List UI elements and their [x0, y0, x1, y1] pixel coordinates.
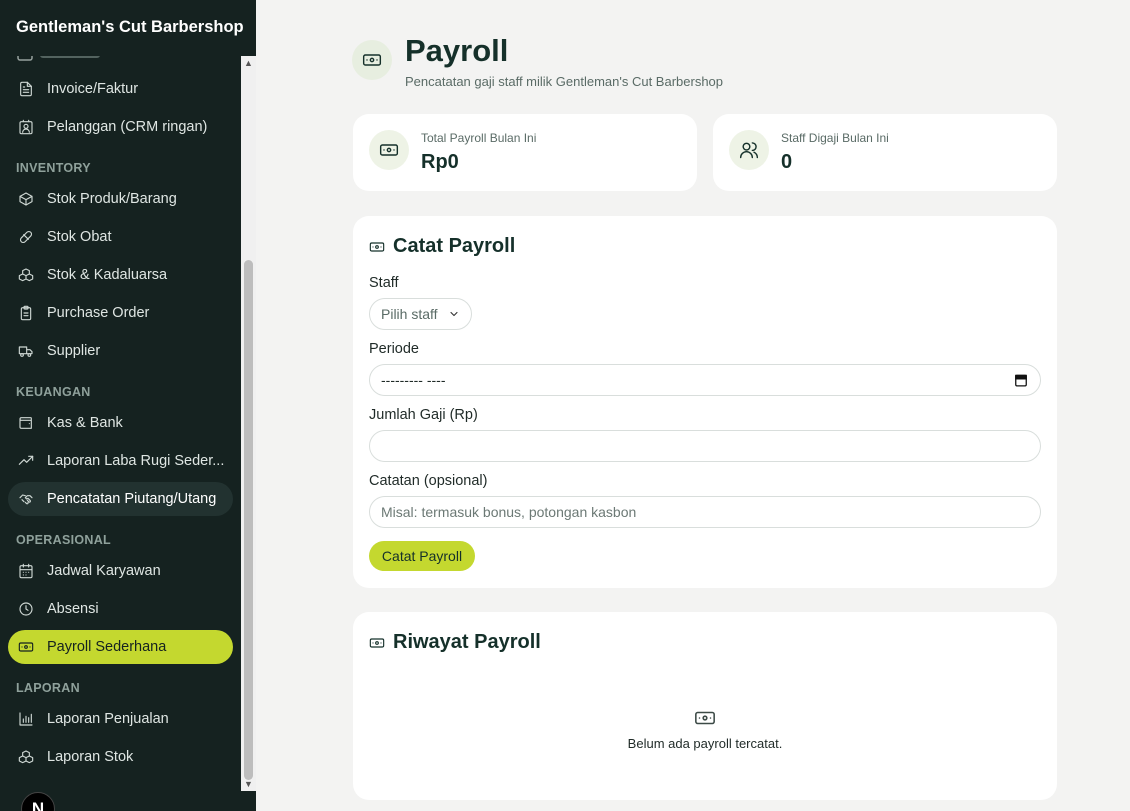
payroll-form-card: Catat Payroll Staff Pilih staff Periode … — [353, 216, 1057, 588]
sidebar-item-label: Supplier — [47, 343, 101, 359]
sidebar-item-label: Invoice/Faktur — [47, 81, 139, 97]
sidebar-item-laporan-penjualan[interactable]: Laporan Penjualan — [8, 702, 233, 736]
sidebar-item-label: Jadwal Karyawan — [47, 563, 161, 579]
wallet-icon — [18, 415, 34, 431]
sidebar-item-kas-bank[interactable]: Kas & Bank — [8, 406, 233, 440]
sidebar-item-label: Payroll Sederhana — [47, 639, 167, 655]
catatan-placeholder: Misal: termasuk bonus, potongan kasbon — [381, 504, 637, 520]
package-icon — [18, 191, 34, 207]
staff-label: Staff — [369, 275, 399, 291]
page-subtitle: Pencatatan gaji staff milik Gentleman's … — [405, 74, 724, 89]
history-title: Riwayat Payroll — [369, 631, 541, 654]
periode-label: Periode — [369, 341, 419, 357]
stat-total-payroll: Total Payroll Bulan Ini Rp0 — [353, 114, 697, 191]
sidebar-item-label: Kas & Bank — [47, 415, 123, 431]
catat-payroll-button[interactable]: Catat Payroll — [369, 541, 475, 571]
sidebar-item-label: Purchase Order — [47, 305, 150, 321]
section-operasional: OPERASIONAL — [16, 533, 111, 547]
sidebar-nav: Invoice/Faktur Pelanggan (CRM ringan) IN… — [0, 56, 240, 791]
sidebar-item-payroll[interactable]: Payroll Sederhana — [8, 630, 233, 664]
banknote-icon — [18, 639, 34, 655]
sidebar-item-stok-kadaluarsa[interactable]: Stok & Kadaluarsa — [8, 258, 233, 292]
file-icon — [18, 81, 34, 97]
users-icon — [729, 130, 769, 170]
gaji-input[interactable] — [369, 430, 1041, 462]
sidebar-item-purchase-order[interactable]: Purchase Order — [8, 296, 233, 330]
sidebar-item-laporan-stok[interactable]: Laporan Stok — [8, 740, 233, 774]
calendar-icon — [18, 563, 34, 579]
empty-state-text: Belum ada payroll tercatat. — [627, 736, 783, 751]
chevron-down-icon — [450, 311, 458, 317]
sidebar-item-stok-produk[interactable]: Stok Produk/Barang — [8, 182, 233, 216]
sidebar-item-label: Laporan Penjualan — [47, 711, 169, 727]
catatan-label: Catatan (opsional) — [369, 473, 488, 489]
partial-item-icon — [17, 56, 100, 61]
form-title: Catat Payroll — [369, 235, 515, 258]
sidebar-item-label: Stok Obat — [47, 229, 112, 245]
stat-staff-digaji: Staff Digaji Bulan Ini 0 — [713, 114, 1057, 191]
section-inventory: INVENTORY — [16, 161, 91, 175]
history-title-text: Riwayat Payroll — [393, 631, 541, 653]
truck-icon — [18, 343, 34, 359]
trending-up-icon — [18, 453, 34, 469]
contact-icon — [18, 119, 34, 135]
pill-icon — [18, 229, 34, 245]
banknote-icon — [695, 711, 715, 725]
brand-title: Gentleman's Cut Barbershop — [0, 0, 256, 56]
sidebar-item-supplier[interactable]: Supplier — [8, 334, 233, 368]
scroll-up-arrow-icon[interactable]: ▲ — [241, 56, 256, 70]
sidebar-item-label: Laporan Laba Rugi Seder... — [47, 453, 225, 469]
sidebar-item-label: Stok & Kadaluarsa — [47, 267, 168, 283]
handshake-icon — [18, 491, 34, 507]
staff-select-value: Pilih staff — [381, 306, 438, 322]
clipboard-icon — [18, 305, 34, 321]
catatan-input[interactable]: Misal: termasuk bonus, potongan kasbon — [369, 496, 1041, 528]
stat-value: Rp0 — [421, 151, 459, 173]
sidebar-item-laba-rugi[interactable]: Laporan Laba Rugi Seder... — [8, 444, 233, 478]
scroll-down-arrow-icon[interactable]: ▼ — [241, 777, 256, 791]
stat-label: Total Payroll Bulan Ini — [421, 131, 537, 145]
calendar-icon[interactable] — [1014, 373, 1028, 387]
sidebar-item-label: Laporan Stok — [47, 749, 134, 765]
clock-icon — [18, 601, 34, 617]
banknote-icon — [369, 635, 385, 651]
sidebar-item-stok-obat[interactable]: Stok Obat — [8, 220, 233, 254]
section-keuangan: KEUANGAN — [16, 385, 91, 399]
page-title: Payroll — [405, 33, 509, 68]
periode-input-value: --------- ---- — [381, 372, 446, 388]
sidebar-item-piutang-utang[interactable]: Pencatatan Piutang/Utang — [8, 482, 233, 516]
boxes-icon — [18, 749, 34, 765]
sidebar-item-label: Pelanggan (CRM ringan) — [47, 119, 208, 135]
section-laporan: LAPORAN — [16, 681, 80, 695]
banknote-icon — [369, 130, 409, 170]
sidebar-item-label: Stok Produk/Barang — [47, 191, 177, 207]
sidebar-item-label: Absensi — [47, 601, 99, 617]
sidebar-item-invoice[interactable]: Invoice/Faktur — [8, 72, 233, 106]
staff-select[interactable]: Pilih staff — [369, 298, 472, 330]
gaji-label: Jumlah Gaji (Rp) — [369, 407, 478, 423]
payroll-history-card: Riwayat Payroll Belum ada payroll tercat… — [353, 612, 1057, 800]
banknote-icon — [369, 239, 385, 255]
sidebar-item-label: Pencatatan Piutang/Utang — [47, 491, 217, 507]
bar-chart-icon — [18, 711, 34, 727]
sidebar: Gentleman's Cut Barbershop Invoice/Faktu… — [0, 0, 256, 811]
periode-input[interactable]: --------- ---- — [369, 364, 1041, 396]
sidebar-item-jadwal-karyawan[interactable]: Jadwal Karyawan — [8, 554, 233, 588]
stat-value: 0 — [781, 151, 793, 173]
scroll-thumb[interactable] — [244, 260, 253, 780]
form-title-text: Catat Payroll — [393, 235, 516, 257]
stat-label: Staff Digaji Bulan Ini — [781, 131, 889, 145]
boxes-icon — [18, 267, 34, 283]
banknote-icon — [352, 40, 392, 80]
sidebar-item-absensi[interactable]: Absensi — [8, 592, 233, 626]
sidebar-item-pelanggan[interactable]: Pelanggan (CRM ringan) — [8, 110, 233, 144]
sidebar-scrollbar[interactable]: ▲ ▼ — [241, 56, 256, 791]
